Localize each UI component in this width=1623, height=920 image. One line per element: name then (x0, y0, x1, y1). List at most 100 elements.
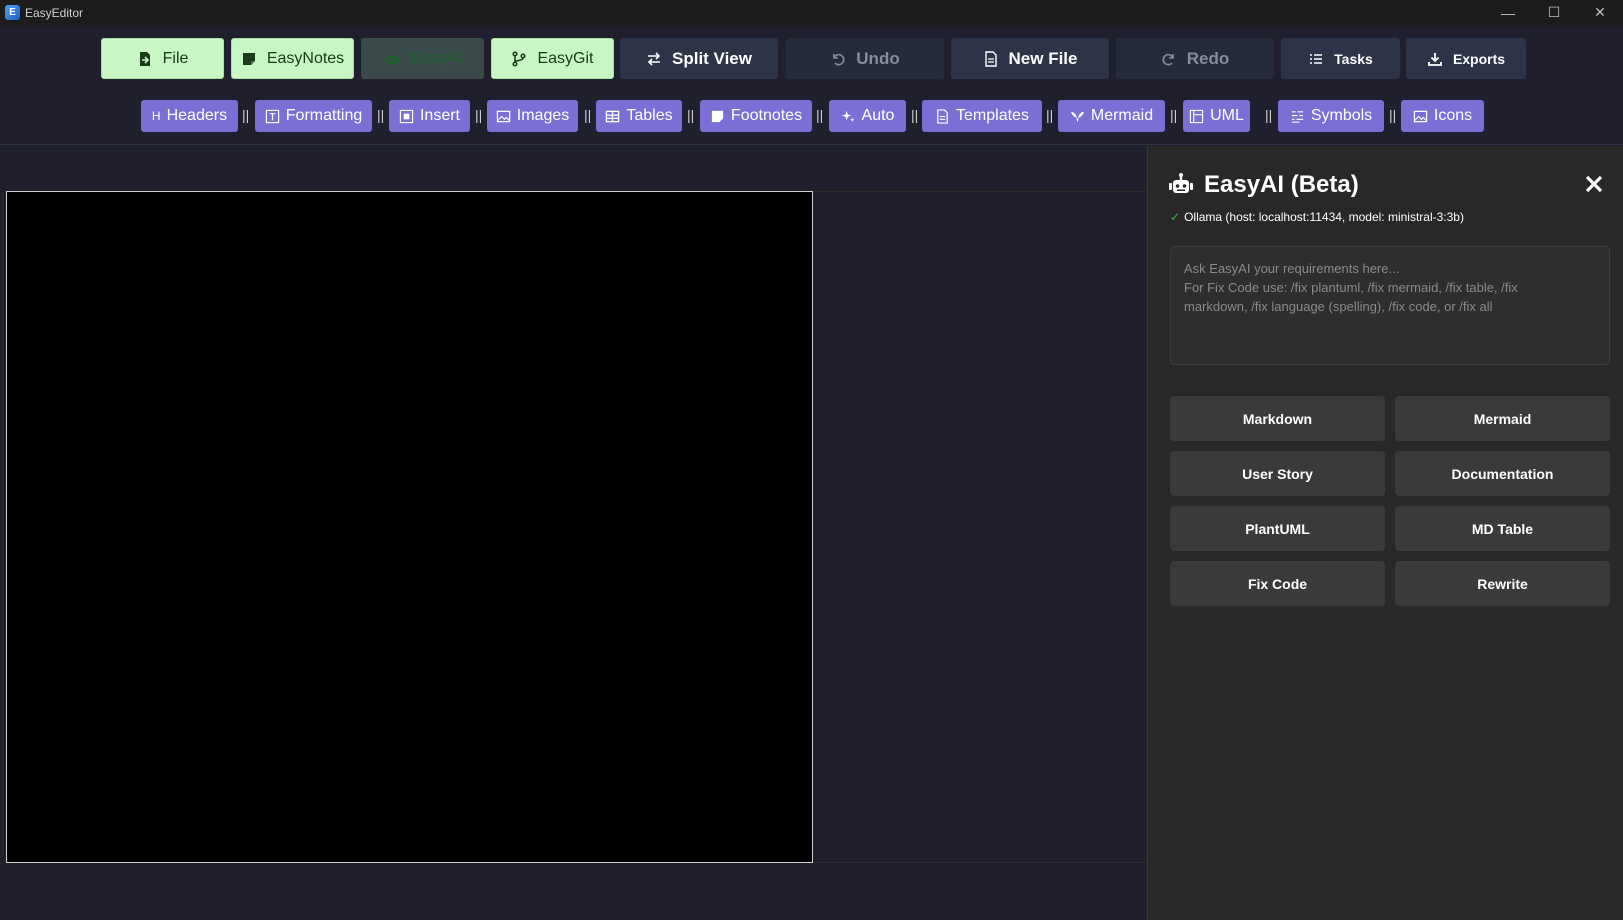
images-button[interactable]: Images (487, 100, 578, 132)
separator: || (475, 107, 483, 123)
images-label: Images (516, 107, 570, 124)
separator: || (1170, 107, 1178, 123)
redo-icon (1162, 53, 1174, 65)
separator: || (687, 107, 695, 123)
easygit-button[interactable]: EasyGit (491, 38, 614, 79)
ai-prompt-input[interactable]: Ask EasyAI your requirements here... For… (1170, 246, 1610, 365)
easyai-button-label: EasyAI (410, 49, 461, 67)
file-button[interactable]: File (101, 38, 224, 79)
separator: || (911, 107, 919, 123)
auto-label: Auto (861, 107, 895, 124)
tasks-button[interactable]: Tasks (1281, 38, 1400, 79)
icons-button[interactable]: Icons (1401, 100, 1484, 132)
symbols-button[interactable]: Symbols (1278, 100, 1384, 132)
headers-label: Headers (166, 107, 228, 124)
ai-status-text: Ollama (host: localhost:11434, model: mi… (1184, 210, 1464, 224)
headers-button[interactable]: H Headers (141, 100, 238, 132)
separator: || (242, 107, 250, 123)
ai-connection-status: ✓ Ollama (host: localhost:11434, model: m… (1170, 210, 1464, 224)
heading-icon: H (151, 109, 161, 123)
separator: || (1389, 107, 1397, 123)
footnotes-button[interactable]: Footnotes (700, 100, 812, 132)
file-button-label: File (162, 49, 189, 67)
formatting-button[interactable]: Formatting (255, 100, 372, 132)
templates-button[interactable]: Templates (922, 100, 1042, 132)
separator: || (584, 107, 592, 123)
sparkle-icon (841, 110, 855, 122)
separator: || (1046, 107, 1054, 123)
templates-label: Templates (956, 107, 1029, 124)
text-format-icon (265, 109, 279, 123)
insert-block-icon (399, 109, 414, 123)
undo-icon (833, 53, 845, 65)
tables-button[interactable]: Tables (596, 100, 682, 132)
easygit-button-label: EasyGit (537, 49, 594, 67)
icons-image-icon (1413, 110, 1428, 122)
window-title: EasyEditor (25, 5, 84, 20)
tables-label: Tables (626, 107, 673, 124)
preview-pane (813, 191, 1147, 863)
mermaid-logo-icon (1070, 111, 1084, 122)
uml-button[interactable]: UML (1183, 100, 1250, 132)
table-icon (606, 110, 620, 122)
insert-button[interactable]: Insert (389, 100, 470, 132)
auto-button[interactable]: Auto (829, 100, 906, 132)
download-icon (1428, 52, 1442, 66)
minimize-button[interactable]: — (1485, 0, 1531, 25)
ai-plantuml-button[interactable]: PlantUML (1170, 506, 1385, 551)
undo-label: Undo (856, 48, 900, 68)
check-icon: ✓ (1170, 210, 1181, 224)
easyai-button[interactable]: EasyAI (361, 38, 484, 79)
task-list-icon (1310, 53, 1323, 64)
ai-md-table-button[interactable]: MD Table (1395, 506, 1610, 551)
redo-button[interactable]: Redo (1116, 38, 1274, 79)
app-logo-icon: E (5, 5, 20, 20)
ai-fix-code-button[interactable]: Fix Code (1170, 561, 1385, 606)
exports-label: Exports (1452, 50, 1506, 67)
robot-icon (1169, 173, 1193, 193)
uml-diagram-icon (1189, 109, 1204, 123)
ai-panel-title: EasyAI (Beta) (1204, 171, 1359, 198)
file-import-icon (139, 51, 150, 66)
formatting-toolbar: H Headers || Formatting || Insert || Ima… (0, 90, 1623, 145)
easyai-panel: EasyAI (Beta) ✓ Ollama (host: localhost:1… (1147, 146, 1623, 920)
separator: || (1265, 107, 1273, 123)
undo-button[interactable]: Undo (786, 38, 944, 79)
split-view-label: Split View (672, 48, 752, 68)
close-window-button[interactable]: ✕ (1577, 0, 1623, 25)
easynotes-button-label: EasyNotes (266, 49, 345, 67)
editor-area (0, 146, 1147, 920)
mermaid-button[interactable]: Mermaid (1058, 100, 1165, 132)
close-icon (1585, 175, 1603, 193)
separator: || (377, 107, 385, 123)
ai-panel-close-button[interactable] (1582, 172, 1606, 196)
ai-mermaid-button[interactable]: Mermaid (1395, 396, 1610, 441)
new-file-button[interactable]: New File (951, 38, 1109, 79)
document-icon (984, 50, 997, 67)
note-icon (711, 110, 724, 122)
icons-label: Icons (1433, 107, 1473, 124)
ai-markdown-button[interactable]: Markdown (1170, 396, 1385, 441)
redo-label: Redo (1186, 48, 1230, 68)
image-icon (496, 110, 510, 122)
window-controls: — ☐ ✕ (1485, 0, 1623, 25)
swap-arrows-icon (647, 51, 661, 66)
ai-documentation-button[interactable]: Documentation (1395, 451, 1610, 496)
ai-rewrite-button[interactable]: Rewrite (1395, 561, 1610, 606)
ai-user-story-button[interactable]: User Story (1170, 451, 1385, 496)
maximize-button[interactable]: ☐ (1531, 0, 1577, 25)
separator: || (816, 107, 824, 123)
split-view-button[interactable]: Split View (620, 38, 778, 79)
new-file-label: New File (1008, 48, 1078, 68)
easynotes-button[interactable]: EasyNotes (231, 38, 354, 79)
insert-label: Insert (419, 107, 460, 124)
main-toolbar: File EasyNotes EasyAI EasyGit Split View… (0, 25, 1623, 90)
footnotes-label: Footnotes (730, 107, 803, 124)
ai-panel-header: EasyAI (Beta) (1168, 171, 1359, 199)
exports-button[interactable]: Exports (1406, 38, 1526, 79)
sticky-note-icon (242, 52, 255, 65)
mermaid-label: Mermaid (1090, 107, 1154, 124)
tasks-label: Tasks (1334, 50, 1373, 67)
markdown-editor[interactable] (6, 191, 813, 863)
template-document-icon (937, 108, 948, 124)
